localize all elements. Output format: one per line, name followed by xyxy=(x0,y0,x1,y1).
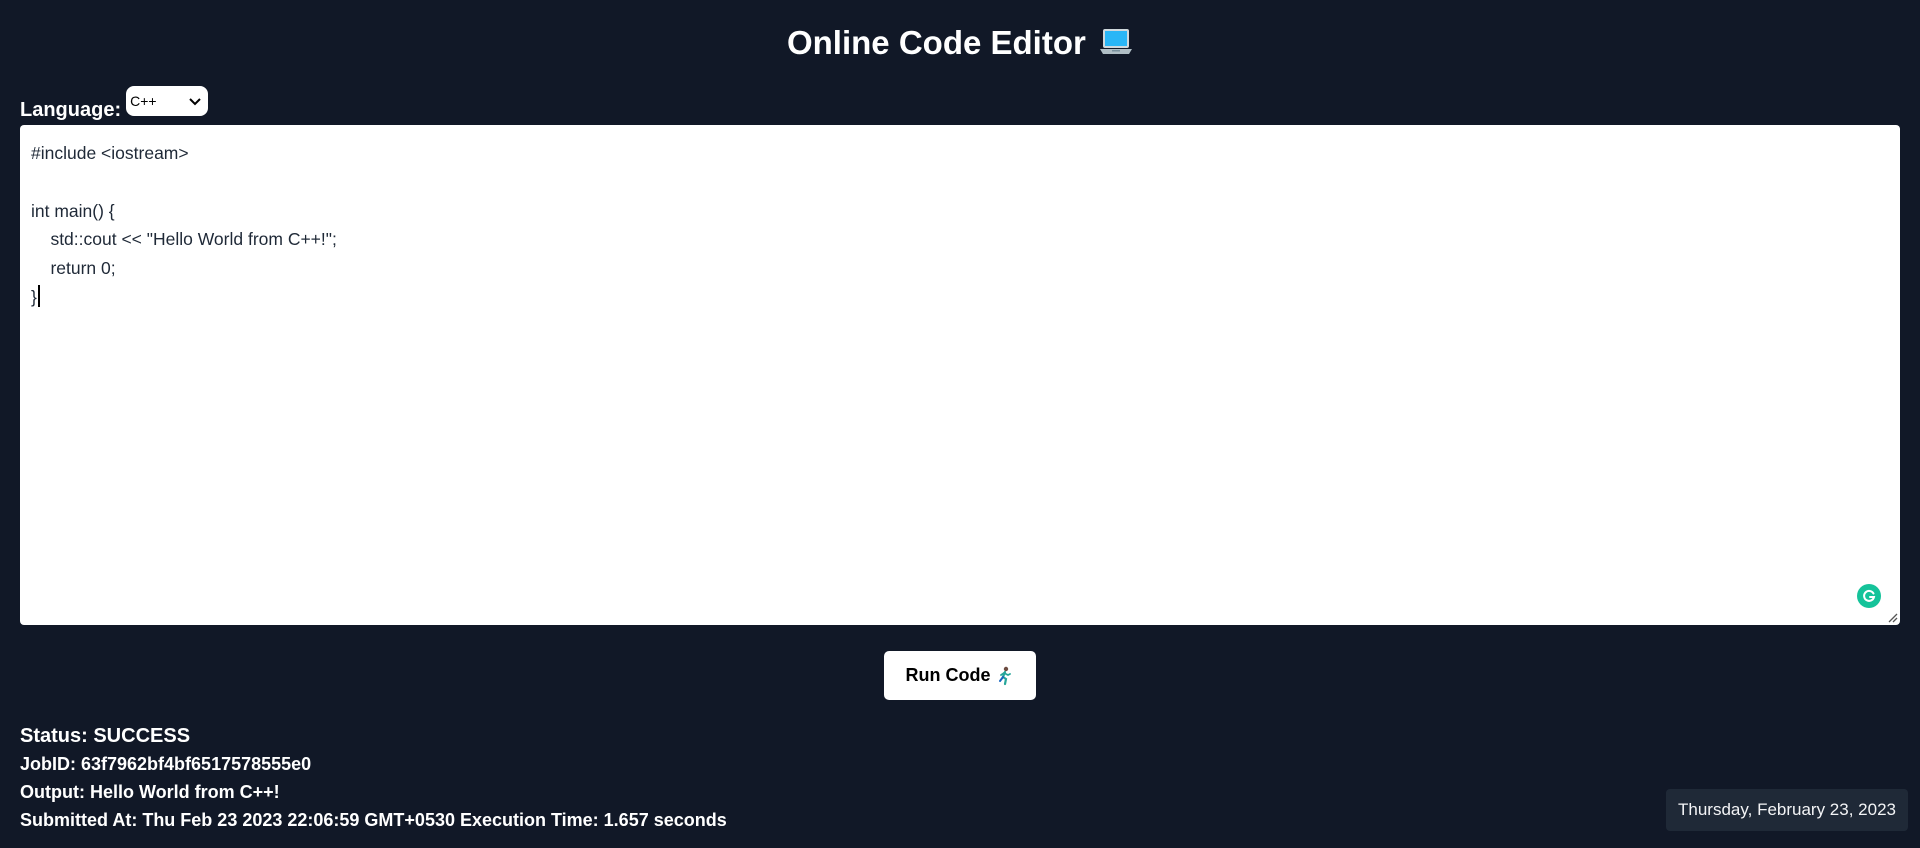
running-person-icon xyxy=(998,666,1011,685)
code-line: #include <iostream> xyxy=(31,143,189,163)
submitted-at-text: Submitted At: Thu Feb 23 2023 22:06:59 G… xyxy=(20,810,727,830)
code-line: int main() { xyxy=(31,200,115,221)
laptop-icon xyxy=(1099,23,1133,69)
page-title: Online Code Editor xyxy=(0,20,1920,69)
output-text: Output: Hello World from C++! xyxy=(20,782,280,802)
code-line-text: } xyxy=(31,286,37,307)
result-panel: Status: SUCCESS JobID: 63f7962bf4bf65175… xyxy=(20,722,727,834)
code-line: return 0; xyxy=(31,258,116,279)
chevron-down-icon xyxy=(189,98,201,106)
status-text: Status: SUCCESS xyxy=(20,725,191,747)
run-code-label: Run Code xyxy=(905,665,991,685)
language-select[interactable]: C++ xyxy=(126,86,209,116)
resize-handle-icon[interactable] xyxy=(1886,611,1898,623)
run-code-button[interactable]: Run Code xyxy=(884,651,1036,700)
page-title-text: Online Code Editor xyxy=(786,24,1086,61)
language-selected-value: C++ xyxy=(130,93,157,109)
code-line: std::cout << "Hello World from C++!"; xyxy=(31,229,337,250)
page: Online Code Editor Language: C++ #includ… xyxy=(0,0,1920,848)
code-line-last: } xyxy=(31,283,1889,312)
text-caret xyxy=(37,284,40,307)
job-id-text: JobID: 63f7962bf4bf6517578555e0 xyxy=(20,754,312,774)
grammarly-icon[interactable] xyxy=(1857,584,1881,608)
code-editor[interactable]: #include <iostream> int main() { std::co… xyxy=(20,125,1900,625)
date-badge: Thursday, February 23, 2023 xyxy=(1666,789,1908,831)
